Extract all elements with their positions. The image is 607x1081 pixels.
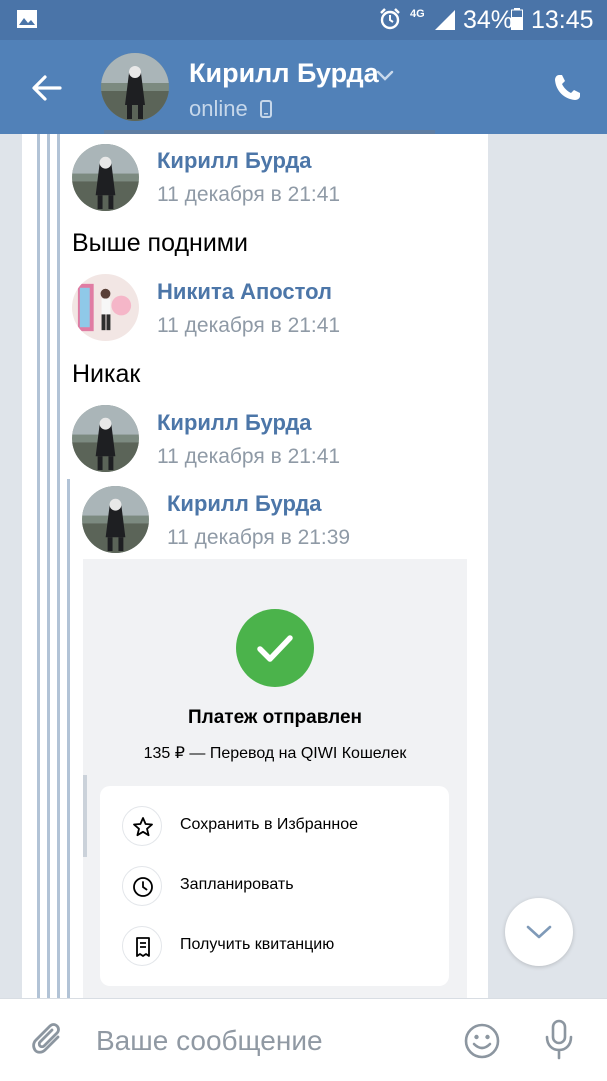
emoji-icon[interactable] xyxy=(463,1022,501,1060)
message-time: 11 декабря в 21:41 xyxy=(157,445,341,468)
schedule-button[interactable]: Запланировать xyxy=(100,857,449,917)
message-time: 11 декабря в 21:41 xyxy=(157,183,341,206)
header-avatar[interactable] xyxy=(101,53,169,121)
chevron-down-icon[interactable] xyxy=(375,68,395,82)
alarm-icon xyxy=(380,8,400,30)
online-status-text: online xyxy=(189,96,248,121)
forward-line-1 xyxy=(37,134,40,998)
message-input[interactable]: Ваше сообщение xyxy=(96,1025,436,1057)
message-composer: Ваше сообщение xyxy=(0,998,607,1081)
sender-name[interactable]: Никита Апостол xyxy=(157,279,332,305)
avatar[interactable] xyxy=(72,274,139,341)
battery-percent: 34% xyxy=(463,6,514,34)
forward-line-2 xyxy=(47,134,50,998)
phone-icon[interactable] xyxy=(552,73,582,103)
forward-line-3 xyxy=(57,134,60,998)
signal-icon xyxy=(435,10,455,30)
receipt-icon xyxy=(122,926,162,966)
schedule-label: Запланировать xyxy=(180,876,294,893)
avatar[interactable] xyxy=(72,405,139,472)
mobile-device-icon xyxy=(259,100,272,118)
payment-subtitle: 135 ₽ — Перевод на QIWI Кошелек xyxy=(143,745,407,762)
payment-card[interactable]: Платеж отправлен 135 ₽ — Перевод на QIWI… xyxy=(83,559,467,998)
star-icon xyxy=(122,806,162,846)
microphone-icon[interactable] xyxy=(543,1019,575,1061)
network-type: 4G xyxy=(410,8,425,20)
success-check-icon xyxy=(236,609,314,687)
card-scroll-indicator xyxy=(83,775,87,857)
contact-status: online xyxy=(189,96,272,122)
save-to-favorites-button[interactable]: Сохранить в Избранное xyxy=(100,797,449,857)
paperclip-icon[interactable] xyxy=(30,1021,66,1061)
gallery-icon xyxy=(17,10,37,28)
save-to-favorites-label: Сохранить в Избранное xyxy=(180,816,358,833)
payment-title: Платеж отправлен xyxy=(187,707,363,728)
avatar[interactable] xyxy=(72,144,139,211)
chevron-down-icon xyxy=(526,925,552,939)
avatar[interactable] xyxy=(82,486,149,553)
payment-actions: Сохранить в Избранное Запланировать Полу… xyxy=(100,786,449,986)
status-time: 13:45 xyxy=(531,6,594,34)
chat-header: Кирилл Бурда online xyxy=(0,40,607,134)
message-text: Никак xyxy=(72,360,141,388)
clock-icon xyxy=(122,866,162,906)
back-arrow-icon[interactable] xyxy=(30,71,64,105)
sender-name[interactable]: Кирилл Бурда xyxy=(167,491,322,517)
message-text: Выше подними xyxy=(72,229,248,257)
contact-name[interactable]: Кирилл Бурда xyxy=(189,58,379,89)
message-time: 11 декабря в 21:41 xyxy=(157,314,341,337)
status-bar: 4G 34% 13:45 xyxy=(0,0,607,40)
chat-area[interactable]: Кирилл Бурда 11 декабря в 21:41 Выше под… xyxy=(0,134,607,998)
battery-icon xyxy=(511,8,523,30)
sender-name[interactable]: Кирилл Бурда xyxy=(157,148,312,174)
get-receipt-label: Получить квитанцию xyxy=(180,936,335,953)
forward-line-4 xyxy=(67,479,70,998)
message-time: 11 декабря в 21:39 xyxy=(167,526,351,549)
get-receipt-button[interactable]: Получить квитанцию xyxy=(100,917,449,977)
sender-name[interactable]: Кирилл Бурда xyxy=(157,410,312,436)
scroll-down-button[interactable] xyxy=(505,898,573,966)
